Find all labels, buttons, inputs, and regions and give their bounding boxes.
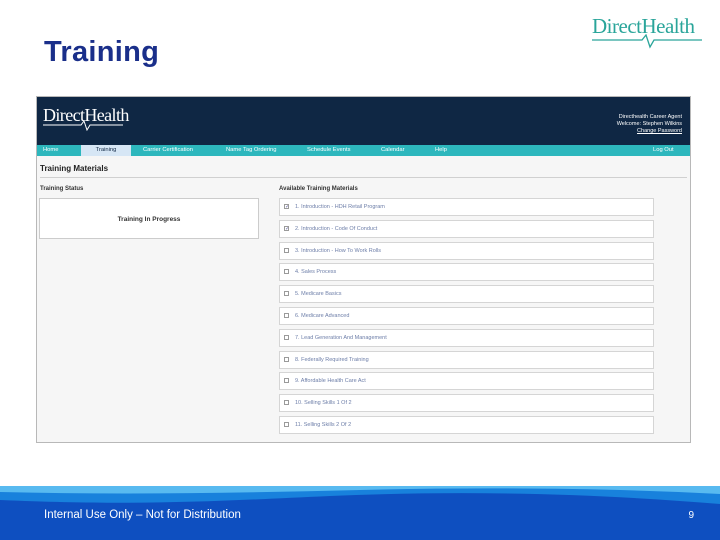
page-number: 9 [688, 510, 694, 521]
user-role: Directhealth Career Agent [618, 114, 682, 120]
training-material-item[interactable]: ✓ 1. Introduction - HDH Retail Program [279, 198, 654, 216]
training-material-label: 8. Federally Required Training [295, 356, 369, 363]
section-title: Training Materials [40, 164, 109, 173]
training-status-value: Training In Progress [117, 216, 181, 223]
nav-training[interactable]: Training [81, 145, 131, 156]
main-nav: Home Training Carrier Certification Name… [37, 145, 690, 156]
materials-heading: Available Training Materials [279, 186, 358, 192]
materials-list: ✓ 1. Introduction - HDH Retail Program ✓ 2.… [279, 198, 654, 438]
training-material-item[interactable]: ✓ 2. Introduction - Code Of Conduct [279, 219, 654, 238]
training-material-label: 6. Medicare Advanced [295, 312, 350, 319]
training-material-item[interactable]: 11. Selling Skills 2 Of 2 [279, 415, 654, 434]
slide-title: Training [44, 36, 160, 68]
section-divider [40, 177, 687, 178]
checked-checkbox-icon[interactable]: ✓ [284, 204, 289, 209]
training-material-label: 9. Affordable Health Care Act [295, 378, 366, 385]
footer-band: Internal Use Only – Not for Distribution… [0, 486, 720, 540]
pulse-line-icon [592, 34, 702, 49]
training-material-label: 3. Introduction - How To Work Rolls [295, 247, 381, 254]
training-material-item[interactable]: 5. Medicare Basics [279, 285, 654, 304]
nav-home[interactable]: Home [43, 147, 58, 153]
training-material-item[interactable]: 4. Sales Process [279, 263, 654, 282]
app-pulse-icon [43, 121, 123, 131]
training-material-item[interactable]: 6. Medicare Advanced [279, 306, 654, 325]
nav-help[interactable]: Help [435, 147, 447, 153]
app-screenshot: DirectHealth Directhealth Career Agent W… [36, 96, 691, 443]
directhealth-logo: DirectHealth [592, 14, 702, 49]
training-material-label: 10. Selling Skills 1 Of 2 [295, 400, 352, 407]
checkbox-icon[interactable] [284, 291, 289, 297]
training-material-item[interactable]: 3. Introduction - How To Work Rolls [279, 241, 654, 260]
footer-disclaimer: Internal Use Only – Not for Distribution [44, 509, 241, 521]
change-password-link[interactable]: Change Password [617, 128, 682, 135]
training-material-item[interactable]: 10. Selling Skills 1 Of 2 [279, 394, 654, 413]
nav-log-out[interactable]: Log Out [653, 147, 674, 153]
checkbox-icon[interactable] [284, 334, 289, 340]
training-material-label: 2. Introduction - Code Of Conduct [295, 225, 378, 232]
checkbox-icon[interactable] [284, 356, 289, 362]
user-welcome: Welcome: Stephen Wilkins [616, 121, 682, 127]
training-material-item[interactable]: 8. Federally Required Training [279, 350, 654, 369]
training-material-label: 5. Medicare Basics [295, 291, 342, 298]
training-material-label: 7. Lead Generation And Management [295, 334, 387, 341]
checkbox-icon[interactable] [284, 378, 289, 384]
training-material-item[interactable]: 9. Affordable Health Care Act [279, 372, 654, 391]
checkbox-icon[interactable] [284, 269, 289, 275]
checkbox-icon[interactable] [284, 400, 289, 406]
app-header: DirectHealth Directhealth Career Agent W… [37, 97, 690, 145]
user-info: Directhealth Career Agent Welcome: Steph… [617, 114, 682, 135]
nav-carrier-certification[interactable]: Carrier Certification [143, 147, 193, 153]
training-status-box: Training In Progress [39, 198, 259, 239]
nav-name-tag-ordering[interactable]: Name Tag Ordering [226, 147, 276, 153]
training-material-label: 1. Introduction - HDH Retail Program [295, 204, 385, 210]
training-material-label: 4. Sales Process [295, 269, 337, 276]
training-material-label: 11. Selling Skills 2 Of 2 [295, 421, 352, 428]
checkbox-icon[interactable] [284, 312, 289, 318]
checked-checkbox-icon[interactable]: ✓ [284, 225, 289, 231]
checkbox-icon[interactable] [284, 247, 289, 253]
nav-calendar[interactable]: Calendar [381, 147, 405, 153]
training-material-item[interactable]: 7. Lead Generation And Management [279, 328, 654, 347]
training-status-heading: Training Status [40, 186, 84, 192]
nav-schedule-events[interactable]: Schedule Events [307, 147, 351, 153]
training-content: Training Materials Training Status Train… [37, 156, 690, 442]
checkbox-icon[interactable] [284, 421, 289, 427]
app-logo[interactable]: DirectHealth [43, 105, 129, 131]
